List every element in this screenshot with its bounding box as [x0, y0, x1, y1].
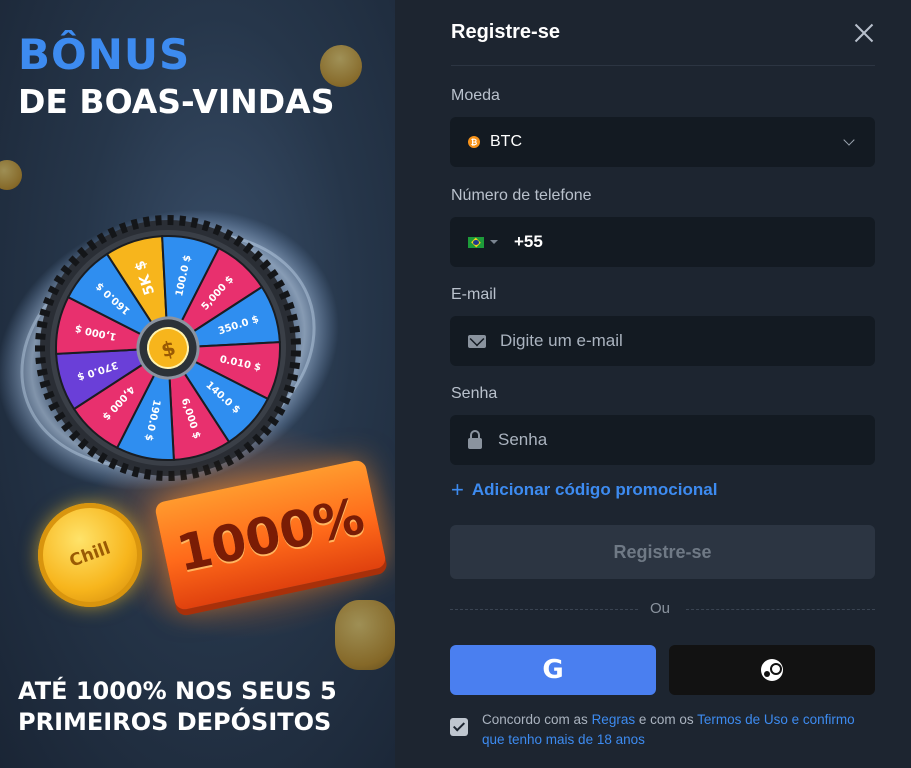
email-placeholder: Digite um e-mail — [500, 331, 623, 350]
terms-text: Concordo com as Regras e com os Termos d… — [482, 710, 875, 750]
plus-icon: + — [451, 477, 464, 502]
promo-bottom-text: ATÉ 1000% NOS SEUS 5 PRIMEIROS DEPÓSITOS — [18, 677, 337, 736]
terms-prefix: Concordo com as — [482, 712, 592, 727]
phone-field[interactable]: +55 — [450, 217, 875, 267]
divider-left — [450, 609, 638, 610]
registration-form: Registre-se Moeda ₿ BTC Número de telefo… — [395, 0, 911, 768]
rules-link[interactable]: Regras — [592, 712, 636, 727]
terms-middle: e com os — [635, 712, 698, 727]
steam-icon — [761, 659, 783, 681]
btc-icon: ₿ — [468, 136, 480, 148]
register-button[interactable]: Registre-se — [450, 525, 875, 579]
password-field[interactable]: Senha — [450, 415, 875, 465]
brazil-flag-icon[interactable] — [468, 236, 484, 248]
floating-coin — [0, 160, 22, 190]
password-label: Senha — [451, 385, 498, 402]
chill-coin: Chill — [38, 503, 142, 607]
google-login-button[interactable]: G — [450, 645, 656, 695]
promo-title: BÔNUS — [18, 30, 191, 79]
country-dropdown-icon[interactable] — [490, 240, 498, 244]
phone-code: +55 — [514, 232, 543, 251]
add-promo-code-link[interactable]: + Adicionar código promocional — [451, 477, 718, 502]
phone-label: Número de telefone — [451, 187, 592, 204]
promo-panel: BÔNUS DE BOAS-VINDAS $ 5K $100.0 $5,000 … — [0, 0, 395, 768]
or-divider-text: Ou — [650, 600, 671, 617]
lock-icon — [468, 429, 482, 449]
form-title: Registre-se — [451, 21, 560, 43]
fortune-wheel: $ 5K $100.0 $5,000 $350.0 $0.010 $140.0 … — [0, 209, 339, 491]
password-placeholder: Senha — [498, 430, 548, 449]
add-promo-code-label: Adicionar código promocional — [471, 480, 718, 499]
terms-agreement: Concordo com as Regras e com os Termos d… — [450, 710, 875, 750]
currency-label: Moeda — [451, 87, 500, 104]
terms-checkbox[interactable] — [450, 718, 468, 736]
divider-right — [686, 609, 875, 610]
email-label: E-mail — [451, 286, 497, 303]
floating-coin — [335, 600, 395, 670]
chevron-down-icon — [843, 134, 855, 146]
form-header: Registre-se — [451, 0, 875, 66]
google-icon: G — [542, 655, 564, 685]
promo-subtitle: DE BOAS-VINDAS — [18, 82, 335, 121]
currency-value: BTC — [490, 133, 522, 150]
mail-icon — [468, 334, 486, 348]
currency-select[interactable]: ₿ BTC — [450, 117, 875, 167]
steam-login-button[interactable] — [669, 645, 875, 695]
chill-coin-label: Chill — [66, 538, 114, 572]
email-field[interactable]: Digite um e-mail — [450, 316, 875, 366]
close-icon[interactable] — [853, 22, 875, 44]
bonus-badge-text: 1000% — [171, 486, 370, 584]
